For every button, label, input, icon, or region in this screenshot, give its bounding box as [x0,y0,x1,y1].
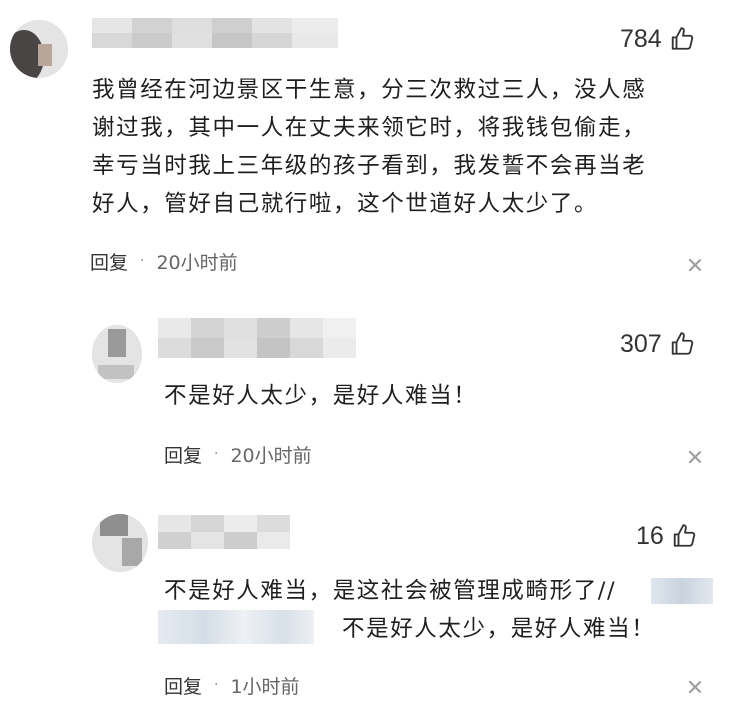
like-count: 16 [636,521,664,550]
avatar[interactable] [92,514,148,572]
like-count: 784 [620,24,662,53]
close-icon[interactable] [688,450,702,464]
comment-line: 我曾经在河边景区干生意，分三次救过三人，没人感 [92,77,647,103]
comment-text: 我曾经在河边景区干生意，分三次救过三人，没人感 谢过我，其中一人在丈夫来领它时，… [92,71,712,223]
username-mosaic[interactable] [158,515,290,549]
thumbs-up-icon[interactable] [672,523,698,549]
like-count: 307 [620,329,662,358]
like-count-group[interactable]: 784 [620,23,696,55]
reply-button[interactable]: 回复 [90,248,128,275]
avatar[interactable] [10,20,68,78]
timestamp: 1小时前 [230,675,300,698]
comment-line: 幸亏当时我上三年级的孩子看到，我发誓不会再当老 [92,153,647,179]
separator: · [140,253,145,269]
comment-meta: 回复 · 20小时前 [164,441,312,468]
username-mosaic[interactable] [92,18,338,48]
comment-line: 好人，管好自己就行啦，这个世道好人太少了。 [92,191,599,217]
reply-button[interactable]: 回复 [164,441,202,468]
comment-text-line1: 不是好人难当，是这社会被管理成畸形了// [164,578,617,604]
comment-line: 谢过我，其中一人在丈夫来领它时，将我钱包偷走， [92,115,647,141]
like-count-group[interactable]: 16 [636,520,698,552]
timestamp: 20小时前 [230,444,312,467]
close-icon[interactable] [688,258,702,272]
username-mosaic[interactable] [158,318,356,358]
comment-meta: 回复 · 20小时前 [90,248,238,275]
comment-text: 不是好人太少，是好人难当！ [164,383,478,409]
timestamp: 20小时前 [156,251,238,274]
username-mosaic-mention[interactable] [651,578,713,604]
thumbs-up-icon[interactable] [670,331,696,357]
close-icon[interactable] [688,680,702,694]
avatar[interactable] [92,325,142,383]
reply-button[interactable]: 回复 [164,672,202,699]
separator: · [214,677,219,693]
thumbs-up-icon[interactable] [670,26,696,52]
separator: · [214,446,219,462]
like-count-group[interactable]: 307 [620,328,696,360]
comment-meta: 回复 · 1小时前 [164,672,300,699]
comment-text-line2: 不是好人太少，是好人难当！ [342,616,656,642]
username-mosaic-mention[interactable] [158,610,314,644]
